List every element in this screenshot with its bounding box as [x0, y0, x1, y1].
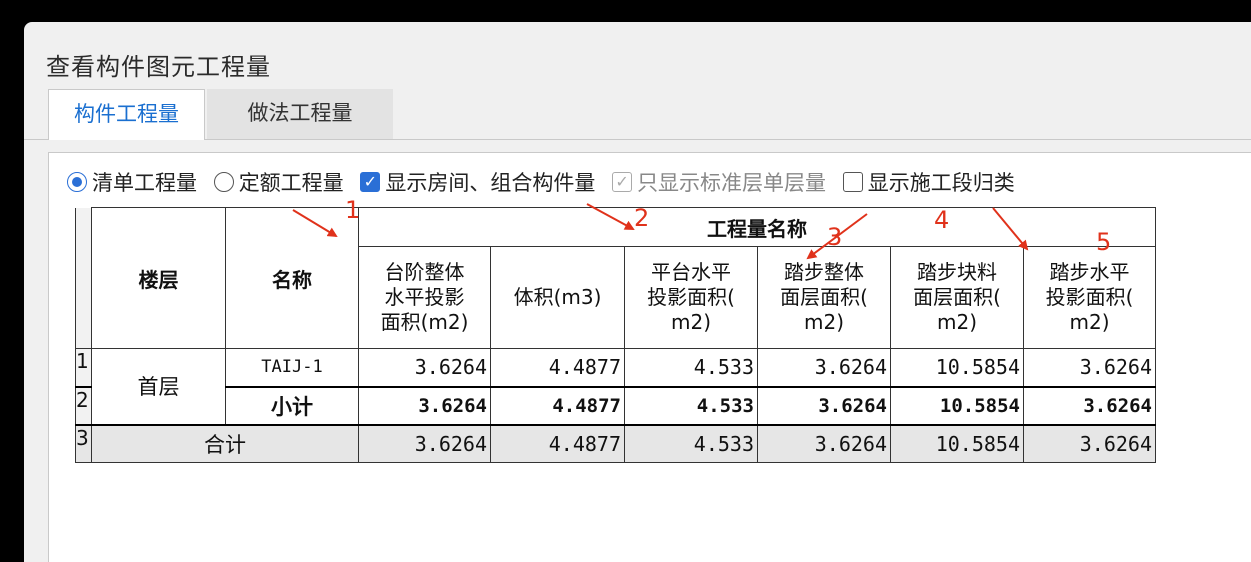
col-header-tread-projection[interactable]: 踏步水平 投影面积( m2): [1023, 246, 1156, 349]
radio-bill-label: 清单工程量: [92, 171, 197, 195]
dialog-window: 查看构件图元工程量 构件工程量 做法工程量 清单工程量 定额工程量 ✓ 显示房间…: [24, 22, 1251, 562]
header-line: m2): [803, 310, 844, 334]
radio-bill-quantity[interactable]: 清单工程量: [67, 167, 197, 197]
header-line: 面层面积(: [780, 285, 868, 309]
cell-value[interactable]: 4.4877: [490, 348, 625, 387]
cell-value[interactable]: 10.5854: [890, 386, 1024, 425]
cell-value[interactable]: 10.5854: [890, 424, 1024, 463]
header-line: 投影面积(: [1045, 285, 1134, 309]
checkbox-show-stage[interactable]: 显示施工段归类: [842, 167, 1015, 197]
table-row-subtotal[interactable]: 2 小计 3.6264 4.4877 4.533 3.6264 10.5854 …: [75, 386, 1156, 425]
quantity-table: 楼层 名称 工程量名称 台阶整体 水平投影 面积(m2) 体积(m3) 平台水平…: [75, 207, 1156, 463]
header-line: 踏步整体: [784, 260, 864, 284]
col-header-volume[interactable]: 体积(m3): [490, 246, 625, 349]
cell-value[interactable]: 3.6264: [757, 386, 891, 425]
row-header-corner: [75, 207, 92, 349]
header-line: 台阶整体: [384, 260, 465, 284]
cell-value[interactable]: 10.5854: [890, 348, 1024, 387]
annotation-label-3: 3: [827, 223, 843, 251]
cell-value[interactable]: 4.533: [624, 348, 758, 387]
header-line: 平台水平: [651, 260, 731, 284]
header-line: 面积(m2): [380, 310, 469, 334]
header-line: m2): [936, 310, 977, 334]
cell-name[interactable]: TAIJ-1: [225, 348, 359, 387]
cell-value[interactable]: 3.6264: [757, 424, 891, 463]
cell-value[interactable]: 4.4877: [490, 386, 625, 425]
radio-unselected-icon: [213, 172, 234, 192]
header-line: 投影面积(: [647, 285, 735, 309]
checkbox-empty-icon: [842, 172, 863, 192]
tab-component-quantity[interactable]: 构件工程量: [48, 89, 205, 140]
cell-value[interactable]: 3.6264: [757, 348, 891, 387]
checkmark-disabled-icon: ✓: [612, 172, 633, 192]
col-header-tread-surface[interactable]: 踏步整体 面层面积( m2): [757, 246, 891, 349]
col-header-platform-area[interactable]: 平台水平 投影面积( m2): [624, 246, 758, 349]
cell-value[interactable]: 3.6264: [1023, 424, 1156, 463]
tab-divider: [24, 139, 1251, 140]
group-header-quantity: 工程量名称: [358, 207, 1156, 247]
table-row[interactable]: 1 首层 TAIJ-1 3.6264 4.4877 4.533 3.6264 1…: [75, 348, 1156, 425]
annotation-label-4: 4: [934, 206, 950, 234]
cell-subtotal-label[interactable]: 小计: [225, 386, 359, 425]
options-bar: 清单工程量 定额工程量 ✓ 显示房间、组合构件量 ✓ 只显示标准层单层量 显示施…: [67, 167, 1025, 197]
row-number: 3: [75, 424, 92, 463]
row-number: 1: [75, 348, 92, 387]
cell-value[interactable]: 4.4877: [490, 424, 625, 463]
header-line: 踏步水平: [1049, 260, 1130, 284]
cell-value[interactable]: 4.533: [624, 424, 758, 463]
header-line: 面层面积(: [913, 285, 1001, 309]
col-header-step-area[interactable]: 台阶整体 水平投影 面积(m2): [358, 246, 491, 349]
cell-value[interactable]: 3.6264: [358, 424, 491, 463]
content-panel: 清单工程量 定额工程量 ✓ 显示房间、组合构件量 ✓ 只显示标准层单层量 显示施…: [48, 152, 1251, 562]
cell-total-label[interactable]: 合计: [91, 424, 359, 463]
annotation-label-5: 5: [1096, 228, 1112, 256]
header-line: 水平投影: [384, 285, 465, 309]
header-line: m2): [670, 310, 711, 334]
annotation-label-2: 2: [634, 204, 650, 232]
radio-quota-label: 定额工程量: [238, 171, 344, 195]
checkbox-room-label: 显示房间、组合构件量: [385, 171, 596, 195]
cell-value[interactable]: 3.6264: [1023, 348, 1156, 387]
col-header-tread-block[interactable]: 踏步块料 面层面积( m2): [890, 246, 1024, 349]
checkbox-std-floor-label: 只显示标准层单层量: [637, 171, 827, 195]
header-line: m2): [1069, 310, 1110, 334]
checkbox-std-floor[interactable]: ✓ 只显示标准层单层量: [612, 167, 826, 197]
radio-quota-quantity[interactable]: 定额工程量: [213, 167, 344, 197]
cell-value[interactable]: 3.6264: [358, 348, 491, 387]
table-header-row: 楼层 名称 工程量名称: [75, 207, 1156, 349]
checkbox-stage-label: 显示施工段归类: [867, 171, 1015, 195]
checkbox-show-room[interactable]: ✓ 显示房间、组合构件量: [360, 167, 595, 197]
window-title: 查看构件图元工程量: [46, 53, 271, 81]
cell-value[interactable]: 4.533: [624, 386, 758, 425]
cell-value[interactable]: 3.6264: [1023, 386, 1156, 425]
radio-selected-icon: [67, 172, 87, 192]
table-row-total[interactable]: 3 合计 3.6264 4.4877 4.533 3.6264 10.5854 …: [75, 424, 1156, 463]
col-header-floor[interactable]: 楼层: [91, 207, 226, 349]
tab-method-quantity[interactable]: 做法工程量: [207, 89, 393, 139]
col-header-name[interactable]: 名称: [225, 207, 359, 349]
header-line: 踏步块料: [917, 260, 997, 284]
annotation-label-1: 1: [345, 196, 361, 224]
cell-value[interactable]: 3.6264: [358, 386, 491, 425]
cell-floor[interactable]: 首层: [91, 348, 226, 425]
checkmark-icon: ✓: [360, 172, 381, 192]
row-number: 2: [75, 386, 92, 425]
tab-bar: 构件工程量 做法工程量: [48, 89, 1251, 140]
